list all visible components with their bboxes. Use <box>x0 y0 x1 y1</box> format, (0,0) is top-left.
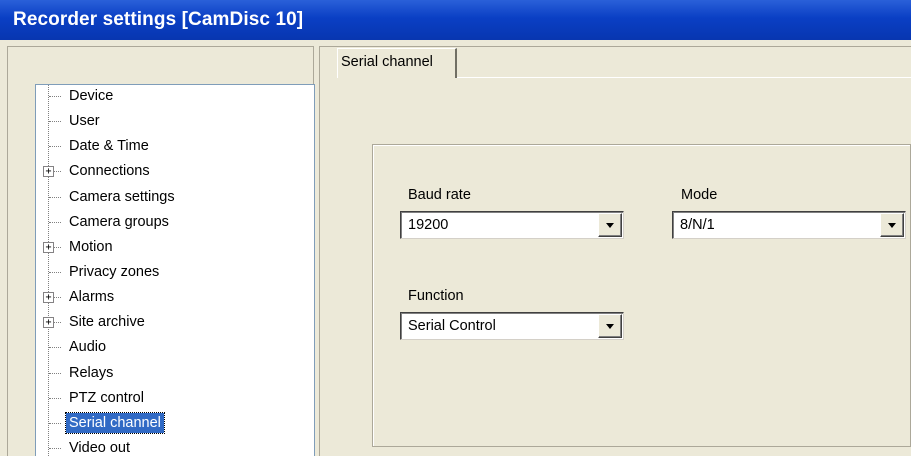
tree-connector-line <box>49 146 61 148</box>
tree-connector-line <box>49 121 61 123</box>
tree-item-ptz-control[interactable]: PTZ control <box>36 386 296 411</box>
tree-item-date-time[interactable]: Date & Time <box>36 134 296 159</box>
tree-item-relays[interactable]: Relays <box>36 361 296 386</box>
tree-item-label: Audio <box>69 339 107 356</box>
tree-item-camera-groups[interactable]: Camera groups <box>36 210 296 235</box>
tree-connector-line <box>49 422 61 424</box>
tree-item-alarms[interactable]: + Alarms <box>36 285 296 310</box>
tree-item-site-archive[interactable]: + Site archive <box>36 310 296 335</box>
expand-plus-icon[interactable]: + <box>43 241 54 253</box>
chevron-down-icon <box>888 223 896 228</box>
baud-rate-label: Baud rate <box>408 187 471 203</box>
mode-label: Mode <box>681 187 718 203</box>
tab-serial-channel[interactable]: Serial channel <box>337 48 457 78</box>
baud-rate-dropdown-button[interactable] <box>598 213 622 237</box>
tree-item-connections[interactable]: + Connections <box>36 159 296 184</box>
tree-item-privacy-zones[interactable]: Privacy zones <box>36 260 296 285</box>
function-value: Serial Control <box>408 318 496 334</box>
tree-item-label: Site archive <box>69 314 145 331</box>
tree-item-label: Alarms <box>69 289 115 306</box>
tree-item-label: Video out <box>69 439 131 456</box>
mode-value: 8/N/1 <box>680 217 715 233</box>
tree-item-label: Serial channel <box>65 411 165 434</box>
tab-strip-divider <box>457 77 911 78</box>
function-label: Function <box>408 288 464 304</box>
tree-item-label: Motion <box>69 238 113 255</box>
tree-connector-line <box>49 271 61 273</box>
mode-select[interactable]: 8/N/1 <box>672 211 906 239</box>
tree-item-device[interactable]: Device <box>36 85 296 109</box>
mode-dropdown-button[interactable] <box>880 213 904 237</box>
function-dropdown-button[interactable] <box>598 314 622 338</box>
window-title: Recorder settings [CamDisc 10] <box>13 9 304 30</box>
tree-connector-line <box>49 96 61 97</box>
navigation-panel: Device User Date & Time + Connections Camera … <box>7 46 315 456</box>
tree-item-user[interactable]: User <box>36 109 296 134</box>
tree-connector-line <box>49 372 61 374</box>
chevron-down-icon <box>606 324 614 329</box>
tree-item-label: User <box>69 113 100 130</box>
tab-label: Serial channel <box>341 54 433 70</box>
tree-connector-line <box>49 397 61 399</box>
chevron-down-icon <box>606 223 614 228</box>
expand-plus-icon[interactable]: + <box>43 317 54 329</box>
tree-item-motion[interactable]: + Motion <box>36 235 296 260</box>
function-select[interactable]: Serial Control <box>400 312 624 340</box>
tree-item-label: Connections <box>69 163 150 180</box>
tree-connector-line <box>49 447 61 449</box>
tree-item-label: Date & Time <box>69 138 149 155</box>
baud-rate-value: 19200 <box>408 217 449 233</box>
tree-item-label: Privacy zones <box>69 263 160 280</box>
tree-item-video-out[interactable]: Video out <box>36 436 296 456</box>
settings-tree[interactable]: Device User Date & Time + Connections Camera … <box>35 84 315 456</box>
tree-item-camera-settings[interactable]: Camera settings <box>36 185 296 210</box>
tree-item-serial-channel[interactable]: Serial channel <box>36 411 296 436</box>
tree-item-label: Device <box>69 88 114 104</box>
tree-connector-line <box>49 347 61 349</box>
tree-item-audio[interactable]: Audio <box>36 335 296 360</box>
tree-item-label: Camera groups <box>69 213 169 230</box>
window-title-bar: Recorder settings [CamDisc 10] <box>0 0 911 40</box>
tree-item-label: Relays <box>69 364 114 381</box>
expand-plus-icon[interactable]: + <box>43 166 54 178</box>
tree-item-label: Camera settings <box>69 188 175 205</box>
baud-rate-select[interactable]: 19200 <box>400 211 624 239</box>
tree-connector-line <box>49 196 61 198</box>
tree-item-label: PTZ control <box>69 389 144 406</box>
tree-connector-line <box>49 221 61 223</box>
expand-plus-icon[interactable]: + <box>43 292 54 304</box>
